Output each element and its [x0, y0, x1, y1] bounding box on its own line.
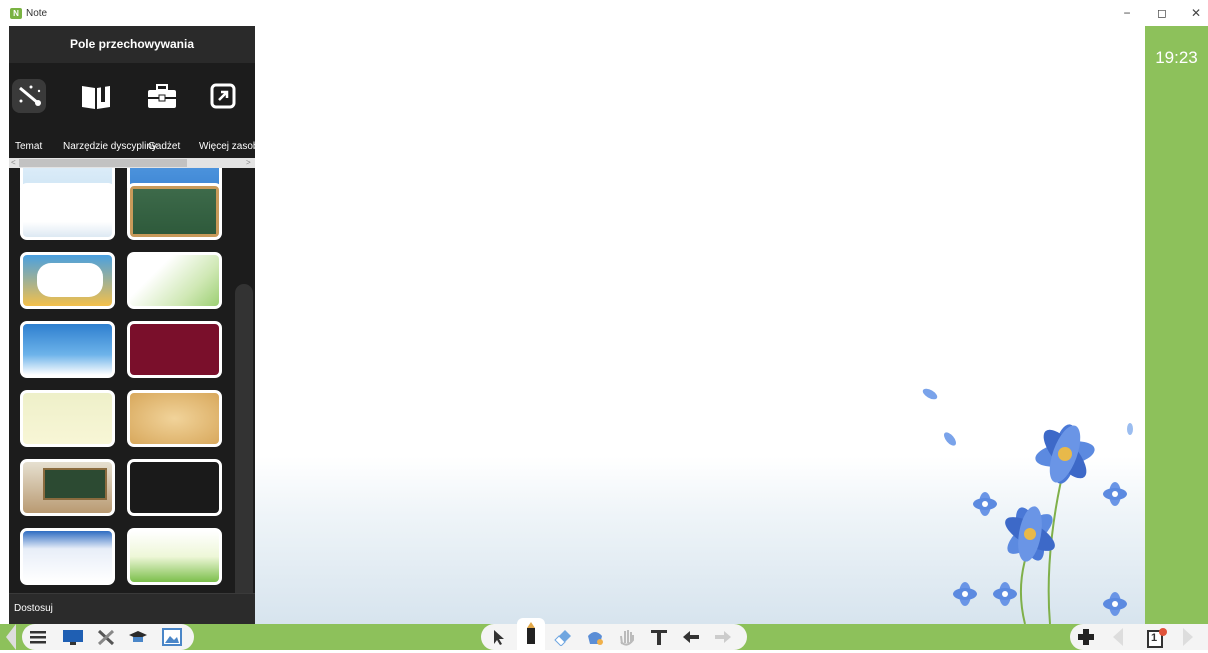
page-tool-group: 1 [1070, 624, 1208, 650]
tab-temat[interactable]: Temat [9, 63, 49, 158]
theme-thumbnail[interactable] [20, 528, 115, 585]
panel-tabs: Temat Narzędzie dyscypliny Gadżet Więcej… [9, 63, 255, 158]
graduation-cap-icon[interactable] [128, 628, 148, 646]
vertical-scrollbar[interactable] [235, 284, 253, 624]
bottom-toolbar: 1 [0, 618, 1208, 650]
panel-title: Pole przechowywania [69, 37, 195, 51]
restore-button[interactable]: ◻ [1152, 5, 1172, 21]
tab-label: Gadżet [148, 141, 181, 152]
fill-icon[interactable] [585, 628, 605, 646]
back-arrow-icon[interactable] [6, 624, 16, 650]
undo-icon[interactable] [681, 628, 701, 646]
magic-wand-icon [12, 79, 46, 113]
tab-label: Więcej zasobów [199, 141, 255, 152]
title-bar: N Note − ◻ ✕ [0, 0, 1208, 26]
flower-decoration [922, 388, 1133, 624]
theme-thumbnail[interactable] [20, 390, 115, 447]
close-button[interactable]: ✕ [1186, 5, 1206, 21]
hand-icon[interactable] [617, 628, 637, 646]
theme-grid [9, 168, 255, 593]
drawing-tool-group [481, 618, 747, 650]
horizontal-scrollbar[interactable]: < > [9, 158, 255, 168]
select-icon[interactable] [489, 628, 509, 646]
toolbox-icon [145, 79, 179, 113]
eraser-icon[interactable] [553, 628, 573, 647]
tab-gadzet[interactable]: Gadżet [148, 63, 204, 158]
tab-label: Narzędzie dyscypliny [63, 141, 157, 152]
monitor-icon[interactable] [62, 628, 83, 646]
scroll-left-icon[interactable]: < [11, 158, 16, 168]
redo-icon[interactable] [713, 628, 733, 646]
page-number: 1 [1151, 632, 1158, 644]
theme-thumbnail[interactable] [20, 459, 115, 516]
page-icon[interactable]: 1 [1146, 628, 1167, 648]
theme-thumbnail[interactable] [127, 321, 222, 378]
external-link-icon [206, 79, 240, 113]
right-sidebar: 19:23 [1145, 26, 1208, 624]
tab-label: Temat [15, 141, 43, 152]
theme-thumbnail[interactable] [127, 252, 222, 309]
book-icon [79, 79, 113, 113]
storage-panel: Pole przechowywania Temat Narzędzie dysc… [9, 26, 255, 624]
tools-icon[interactable] [96, 628, 116, 646]
next-page-icon[interactable] [1178, 628, 1198, 646]
minimize-button[interactable]: − [1117, 5, 1137, 21]
pen-icon[interactable] [521, 622, 541, 644]
whiteboard-canvas[interactable] [255, 26, 1145, 624]
scroll-right-icon[interactable]: > [246, 158, 251, 168]
theme-thumbnail[interactable] [127, 528, 222, 585]
theme-thumbnail[interactable] [127, 183, 222, 240]
menu-icon[interactable] [28, 628, 48, 646]
scrollbar-thumb[interactable] [19, 159, 187, 167]
theme-thumbnail[interactable] [20, 321, 115, 378]
customize-button[interactable]: Dostosuj [14, 603, 53, 614]
add-page-icon[interactable] [1076, 628, 1096, 646]
left-tool-group [22, 624, 194, 650]
tab-narzedzie-dyscypliny[interactable]: Narzędzie dyscypliny [49, 63, 157, 158]
panel-header: Pole przechowywania [9, 26, 255, 63]
theme-thumbnail[interactable] [127, 459, 222, 516]
prev-page-icon[interactable] [1108, 628, 1128, 646]
text-icon[interactable] [649, 628, 669, 646]
theme-thumbnail[interactable] [20, 183, 115, 240]
window-title: Note [26, 8, 48, 19]
app-logo-icon: N [10, 8, 22, 19]
clock-display: 19:23 [1155, 48, 1198, 67]
theme-thumbnail[interactable] [127, 390, 222, 447]
panel-footer: Dostosuj [9, 593, 255, 624]
image-icon[interactable] [162, 628, 182, 646]
tab-wiecej-zasobow[interactable]: Więcej zasobów [199, 63, 255, 158]
theme-thumbnail[interactable] [20, 252, 115, 309]
